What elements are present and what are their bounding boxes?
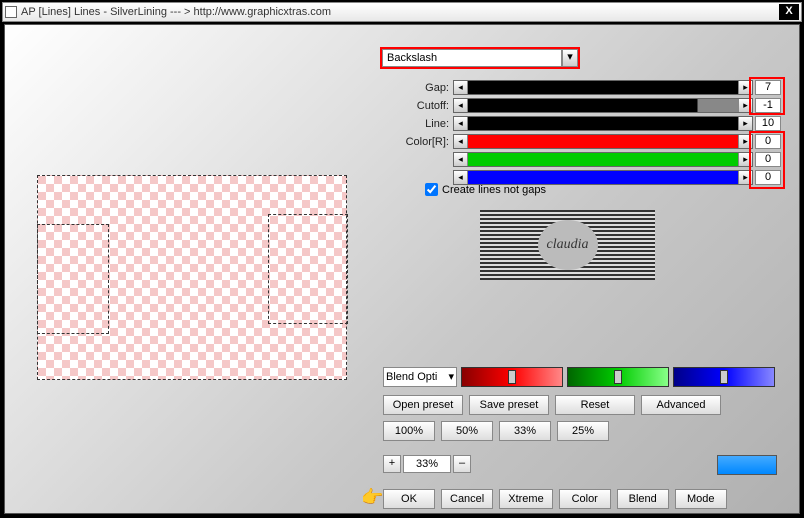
color-b-value[interactable]: 0 [755, 170, 781, 185]
slider-thumb[interactable] [614, 370, 622, 384]
zoom-33-button[interactable]: 33% [499, 421, 551, 441]
zoom-100-button[interactable]: 100% [383, 421, 435, 441]
ok-button[interactable]: OK [383, 489, 435, 509]
logo-badge: claudia [538, 220, 598, 270]
pointer-hand-icon: 👉 [361, 487, 383, 508]
blend-row: Blend Opti▾ [383, 367, 775, 387]
cancel-button[interactable]: Cancel [441, 489, 493, 509]
green-adjust-slider[interactable] [567, 367, 669, 387]
slider-track[interactable] [468, 153, 738, 166]
create-lines-checkbox-row: Create lines not gaps [425, 183, 546, 196]
blend-mode-label: Blend Opti [386, 368, 448, 386]
reset-button[interactable]: Reset [555, 395, 635, 415]
param-row-color-g: ◂▸ 0 [398, 151, 781, 168]
titlebar: AP [Lines] Lines - SilverLining --- > ht… [2, 2, 802, 22]
color-r-slider[interactable]: ◂▸ [453, 134, 753, 149]
arrow-left-icon[interactable]: ◂ [454, 81, 468, 94]
arrow-left-icon[interactable]: ◂ [454, 99, 468, 112]
arrow-left-icon[interactable]: ◂ [454, 117, 468, 130]
pattern-dropdown-value: Backslash [382, 49, 562, 67]
selection-marquee [268, 214, 348, 324]
param-row-gap: Gap: ◂▸ 7 [398, 79, 781, 96]
param-row-cutoff: Cutoff: ◂▸ -1 [398, 97, 781, 114]
blend-mode-select[interactable]: Blend Opti▾ [383, 367, 457, 387]
cutoff-slider[interactable]: ◂▸ [453, 98, 753, 113]
param-row-color-r: Color[R]: ◂▸ 0 [398, 133, 781, 150]
color-g-slider[interactable]: ◂▸ [453, 152, 753, 167]
xtreme-button[interactable]: Xtreme [499, 489, 552, 509]
slider-thumb[interactable] [508, 370, 516, 384]
arrow-right-icon[interactable]: ▸ [738, 153, 752, 166]
color-g-value[interactable]: 0 [755, 152, 781, 167]
arrow-right-icon[interactable]: ▸ [738, 99, 752, 112]
app-icon [5, 6, 17, 18]
action-button-row: OK Cancel Xtreme Color Blend Mode [383, 489, 727, 509]
zoom-button-row: 100% 50% 33% 25% [383, 421, 609, 441]
slider-track[interactable] [468, 81, 738, 94]
blend-button[interactable]: Blend [617, 489, 669, 509]
blue-adjust-slider[interactable] [673, 367, 775, 387]
zoom-plus-button[interactable]: + [383, 455, 401, 473]
advanced-button[interactable]: Advanced [641, 395, 721, 415]
param-label: Gap: [398, 82, 453, 94]
color-button[interactable]: Color [559, 489, 611, 509]
color-r-value[interactable]: 0 [755, 134, 781, 149]
zoom-stepper: + 33% – [383, 455, 471, 473]
arrow-right-icon[interactable]: ▸ [738, 117, 752, 130]
open-preset-button[interactable]: Open preset [383, 395, 463, 415]
zoom-stepper-row: + 33% – [383, 455, 471, 473]
param-label: Color[R]: [398, 136, 453, 148]
param-label: Line: [398, 118, 453, 130]
create-lines-checkbox[interactable] [425, 183, 438, 196]
chevron-down-icon: ▾ [448, 368, 454, 386]
line-slider[interactable]: ◂▸ [453, 116, 753, 131]
zoom-value[interactable]: 33% [403, 455, 451, 473]
preview-canvas [37, 175, 347, 380]
params-panel: Gap: ◂▸ 7 Cutoff: ◂▸ -1 Line: ◂▸ 10 Colo… [398, 79, 781, 187]
checkbox-label: Create lines not gaps [442, 184, 546, 196]
slider-track[interactable] [468, 99, 738, 112]
gap-value[interactable]: 7 [755, 80, 781, 95]
save-preset-button[interactable]: Save preset [469, 395, 549, 415]
arrow-left-icon[interactable]: ◂ [454, 135, 468, 148]
zoom-50-button[interactable]: 50% [441, 421, 493, 441]
selection-marquee [37, 224, 109, 334]
slider-track[interactable] [468, 135, 738, 148]
cutoff-value[interactable]: -1 [755, 98, 781, 113]
arrow-left-icon[interactable]: ◂ [454, 153, 468, 166]
mode-button[interactable]: Mode [675, 489, 727, 509]
close-button[interactable]: X [779, 4, 799, 20]
red-adjust-slider[interactable] [461, 367, 563, 387]
slider-track[interactable] [468, 117, 738, 130]
preset-button-row: Open preset Save preset Reset Advanced [383, 395, 721, 415]
arrow-right-icon[interactable]: ▸ [738, 135, 752, 148]
slider-thumb[interactable] [720, 370, 728, 384]
zoom-minus-button[interactable]: – [453, 455, 471, 473]
gap-slider[interactable]: ◂▸ [453, 80, 753, 95]
line-value[interactable]: 10 [755, 116, 781, 131]
logo-preview: claudia [480, 210, 655, 280]
pattern-dropdown[interactable]: Backslash ▾ [380, 47, 580, 69]
arrow-right-icon[interactable]: ▸ [738, 81, 752, 94]
param-label: Cutoff: [398, 100, 453, 112]
zoom-25-button[interactable]: 25% [557, 421, 609, 441]
window-title: AP [Lines] Lines - SilverLining --- > ht… [21, 6, 779, 18]
color-swatch[interactable] [717, 455, 777, 475]
chevron-down-icon[interactable]: ▾ [562, 49, 578, 67]
client-area: Backslash ▾ Gap: ◂▸ 7 Cutoff: ◂▸ -1 Line… [4, 24, 800, 514]
param-row-line: Line: ◂▸ 10 [398, 115, 781, 132]
arrow-right-icon[interactable]: ▸ [738, 171, 752, 184]
